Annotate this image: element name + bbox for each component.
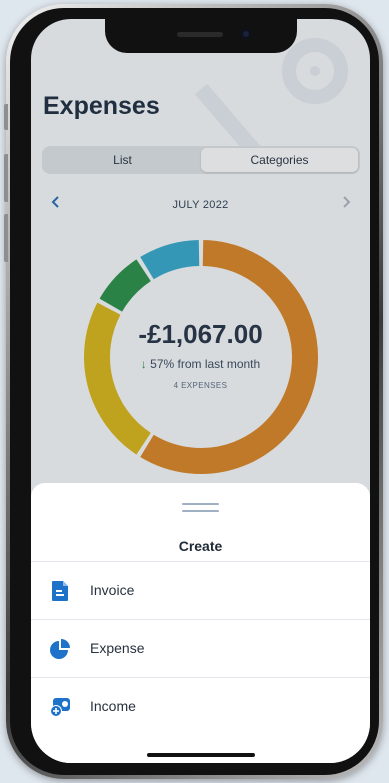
income-icon [50, 698, 70, 717]
create-expense-item[interactable]: Expense [31, 620, 370, 677]
create-bottom-sheet: Create Invoice Expense Income [31, 483, 370, 763]
income-label: Income [90, 698, 136, 714]
create-income-item[interactable]: Income [31, 678, 370, 735]
home-indicator[interactable] [147, 753, 255, 757]
volume-down-button [4, 214, 8, 262]
app-screen: Expenses List Categories JULY 2022 -£1,0… [31, 19, 370, 763]
speaker [177, 32, 223, 37]
volume-up-button [4, 154, 8, 202]
invoice-icon [52, 581, 68, 601]
expense-label: Expense [90, 640, 145, 656]
front-camera [241, 29, 251, 39]
create-invoice-item[interactable]: Invoice [31, 562, 370, 619]
sheet-title: Create [178, 538, 223, 554]
silent-switch [4, 104, 8, 130]
sheet-handle[interactable] [182, 503, 219, 505]
sheet-handle-bar [182, 510, 219, 512]
invoice-label: Invoice [90, 582, 135, 598]
pie-chart-icon [50, 639, 70, 659]
notch [105, 19, 297, 53]
